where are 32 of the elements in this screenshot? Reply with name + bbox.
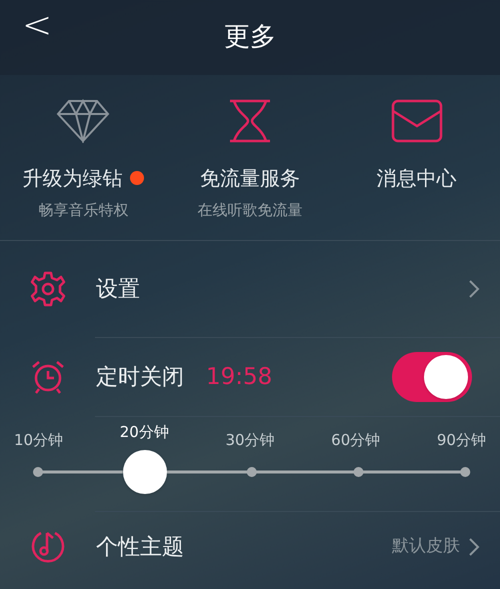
gear-icon xyxy=(30,271,66,307)
timer-label: 定时关闭 xyxy=(96,364,184,392)
slider-stop-label[interactable]: 10分钟 xyxy=(14,429,64,452)
settings-label: 设置 xyxy=(96,276,140,304)
hourglass-icon xyxy=(228,99,272,143)
feature-subtitle: 在线听歌免流量 xyxy=(197,200,302,221)
diamond-icon xyxy=(56,99,110,143)
feature-tile[interactable]: 免流量服务 在线听歌免流量 xyxy=(166,97,334,240)
slider-stop-label[interactable]: 30分钟 xyxy=(225,429,275,452)
timer-toggle[interactable] xyxy=(392,352,472,402)
slider-stop-label[interactable]: 20分钟 xyxy=(120,421,169,444)
theme-row[interactable]: 个性主题 默认皮肤 xyxy=(0,512,500,582)
timer-time: 19:58 xyxy=(206,362,272,392)
feature-title: 免流量服务 xyxy=(200,165,300,192)
feature-tile[interactable]: 消息中心 xyxy=(333,97,500,240)
theme-value: 默认皮肤 xyxy=(392,535,460,558)
feature-title: 消息中心 xyxy=(376,165,457,192)
slider-stop-label[interactable]: 90分钟 xyxy=(436,429,486,452)
slider-stop-label[interactable]: 60分钟 xyxy=(331,429,380,452)
feature-tile[interactable]: 升级为绿钻 畅享音乐特权 xyxy=(0,97,167,240)
chevron-right-icon xyxy=(468,537,480,557)
mail-icon xyxy=(390,99,443,143)
alarm-clock-icon xyxy=(30,360,66,394)
back-button[interactable]: < xyxy=(22,8,52,44)
settings-row[interactable]: 设置 xyxy=(0,241,500,337)
feature-title: 升级为绿钻 xyxy=(22,165,122,192)
music-note-icon xyxy=(30,529,66,565)
chevron-right-icon xyxy=(468,279,480,299)
page-title: 更多 xyxy=(224,21,276,54)
theme-label: 个性主题 xyxy=(96,534,184,562)
slider-thumb[interactable] xyxy=(122,450,167,494)
feature-subtitle: 畅享音乐特权 xyxy=(38,200,128,221)
